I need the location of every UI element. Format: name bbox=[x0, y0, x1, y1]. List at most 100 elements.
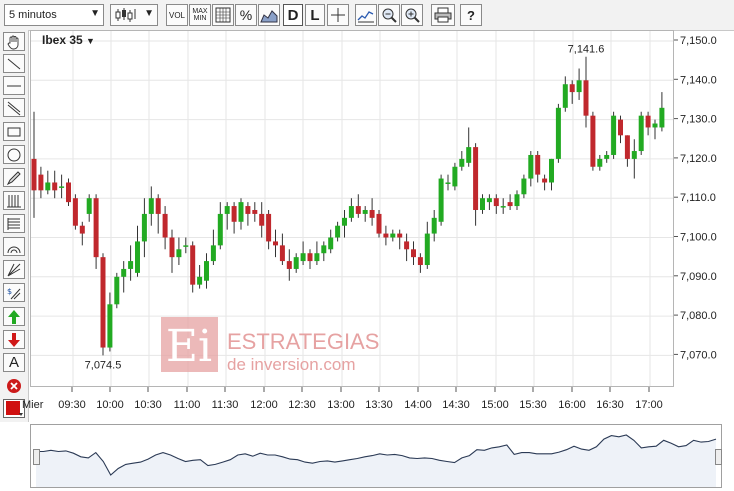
candle bbox=[507, 194, 513, 210]
arc-tool-button[interactable] bbox=[3, 237, 25, 256]
candle bbox=[424, 221, 430, 269]
candle-body bbox=[521, 178, 527, 195]
candle bbox=[300, 241, 306, 266]
candle-body bbox=[224, 206, 230, 214]
candle-body bbox=[321, 245, 327, 254]
candle-body bbox=[307, 253, 313, 262]
sell-arrow-tool-button[interactable] bbox=[3, 330, 25, 349]
candle-body bbox=[148, 198, 154, 214]
candle bbox=[79, 221, 85, 246]
horizontal-line-icon bbox=[7, 85, 21, 86]
delete-drawings-button[interactable] bbox=[3, 376, 25, 395]
candle bbox=[66, 178, 71, 207]
candle bbox=[224, 202, 230, 230]
pencil-icon bbox=[6, 170, 21, 185]
x-tick-label: 15:30 bbox=[519, 399, 547, 411]
zoom-in-button[interactable] bbox=[401, 4, 423, 26]
ellipse-tool-button[interactable] bbox=[3, 145, 25, 164]
line-button[interactable]: L bbox=[305, 4, 325, 26]
compare-button[interactable] bbox=[258, 4, 280, 26]
candle bbox=[93, 194, 99, 269]
candle bbox=[286, 249, 292, 281]
candle-body bbox=[66, 182, 71, 203]
trend-button[interactable] bbox=[355, 4, 377, 26]
pencil-tool-button[interactable] bbox=[3, 168, 25, 187]
candle-body bbox=[286, 261, 292, 269]
candle-body bbox=[417, 257, 423, 266]
fibonacci-tool-button[interactable] bbox=[3, 191, 25, 210]
candle-body bbox=[480, 198, 485, 210]
price-chart[interactable]: Ei ESTRATEGIAS de inversion.com 7,141.6 7,0… bbox=[30, 30, 674, 387]
candle bbox=[438, 174, 444, 226]
print-button[interactable] bbox=[431, 4, 455, 26]
candle bbox=[266, 209, 272, 250]
candle-body bbox=[493, 198, 499, 207]
candle bbox=[583, 56, 589, 128]
watermark-brand-text: ESTRATEGIAS bbox=[227, 329, 379, 354]
gann-fan-tool-button[interactable] bbox=[3, 260, 25, 279]
candle-body bbox=[459, 158, 465, 167]
candle-body bbox=[259, 213, 265, 226]
candle bbox=[493, 194, 499, 214]
candle-body bbox=[383, 233, 389, 238]
navigator-left-handle[interactable] bbox=[33, 449, 40, 465]
candle-body bbox=[45, 182, 51, 191]
candle-body bbox=[217, 213, 223, 246]
candle bbox=[86, 194, 92, 222]
levels-tool-button[interactable] bbox=[3, 214, 25, 233]
y-tick-label: 7,120.0 bbox=[680, 153, 717, 165]
text-tool-button[interactable]: A bbox=[3, 353, 25, 372]
candle bbox=[611, 111, 617, 159]
buy-arrow-tool-button[interactable] bbox=[3, 307, 25, 326]
navigator-right-handle[interactable] bbox=[715, 449, 722, 465]
help-button[interactable]: ? bbox=[460, 4, 482, 26]
pan-tool-button[interactable] bbox=[3, 32, 25, 51]
grid-button[interactable] bbox=[212, 4, 234, 26]
rectangle-tool-button[interactable] bbox=[3, 122, 25, 141]
candle-body bbox=[210, 245, 216, 262]
candle bbox=[135, 225, 140, 277]
crosshair-button[interactable] bbox=[327, 4, 349, 26]
candle-body bbox=[231, 206, 237, 222]
candle bbox=[348, 198, 354, 222]
x-tick-label: 12:00 bbox=[250, 399, 278, 411]
daily-button[interactable]: D bbox=[283, 4, 303, 26]
zoom-out-button[interactable] bbox=[378, 4, 400, 26]
horizontal-line-tool-button[interactable] bbox=[3, 76, 25, 95]
max-price-label: 7,141.6 bbox=[568, 44, 605, 56]
indicator-tool-button[interactable]: $ bbox=[3, 283, 25, 302]
candle-body bbox=[355, 206, 361, 214]
zoom-in-icon bbox=[405, 8, 420, 23]
candle bbox=[141, 198, 147, 258]
symbol-name: Ibex 35 bbox=[42, 33, 83, 47]
candle bbox=[576, 68, 582, 100]
candle-body bbox=[631, 151, 637, 159]
candle-body bbox=[659, 107, 665, 128]
navigator-area bbox=[36, 435, 716, 487]
drawing-toolbar: $ A bbox=[0, 30, 29, 422]
candle bbox=[217, 202, 223, 250]
candle bbox=[528, 151, 534, 187]
color-picker-button[interactable] bbox=[3, 399, 25, 418]
percent-button[interactable]: % bbox=[235, 4, 257, 26]
x-tick-label: 12:30 bbox=[288, 399, 316, 411]
volume-button[interactable]: VOL bbox=[166, 4, 188, 26]
channel-tool-button[interactable] bbox=[3, 98, 25, 117]
x-tick-label: 11:30 bbox=[212, 399, 239, 411]
chart-type-select[interactable]: ▼ bbox=[110, 4, 158, 26]
max-min-button[interactable]: MAX MIN bbox=[189, 4, 211, 26]
fibonacci-icon bbox=[7, 194, 21, 207]
trendline-tool-button[interactable] bbox=[3, 54, 25, 73]
navigator[interactable] bbox=[30, 424, 722, 488]
candle-body bbox=[390, 233, 396, 238]
candle-body bbox=[397, 233, 403, 238]
interval-select[interactable]: 5 minutos ▼ bbox=[4, 4, 104, 26]
candle bbox=[652, 119, 658, 140]
candle bbox=[569, 80, 575, 104]
zoom-out-icon bbox=[382, 8, 397, 23]
symbol-selector[interactable]: Ibex 35 ▼ bbox=[42, 33, 95, 47]
candle bbox=[431, 209, 437, 242]
candle-body bbox=[452, 166, 458, 187]
candle-body bbox=[252, 209, 258, 214]
y-tick-label: 7,080.0 bbox=[680, 310, 717, 322]
